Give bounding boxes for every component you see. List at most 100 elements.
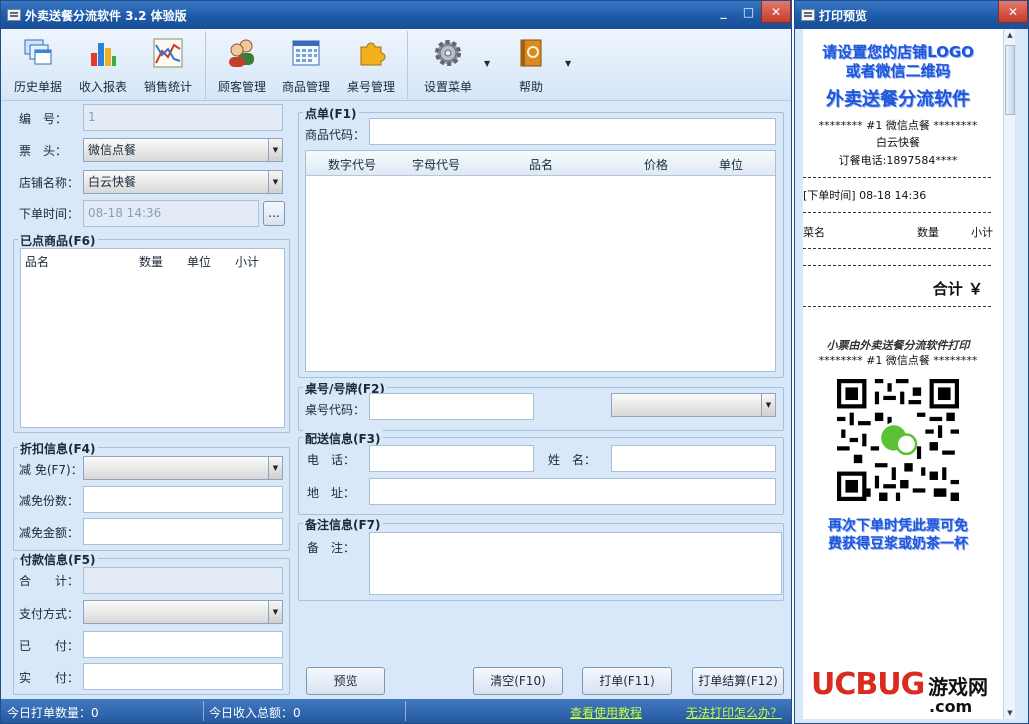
toolbar-products-label: 商品管理 <box>281 80 330 94</box>
col-number-code[interactable]: 数字代号 <box>328 156 376 173</box>
phone-input[interactable] <box>369 445 534 472</box>
preview-title: 打印预览 <box>819 8 868 23</box>
toolbar-customers-button[interactable]: 顾客管理 <box>209 35 275 97</box>
note-textarea[interactable] <box>369 532 782 595</box>
receipt-phone: 订餐电话:1897584**** <box>838 154 958 167</box>
ticket-header-label: 票 头： <box>19 144 68 158</box>
customer-name-input[interactable] <box>611 445 776 472</box>
print-preview-window: 打印预览 ✕ 请设置您的店铺LOGO 或者微信二维码 外卖送餐分流软件 ****… <box>794 0 1029 724</box>
payment-actual-input[interactable] <box>83 663 283 690</box>
toolbar-sales-stats-button[interactable]: 销售统计 <box>135 35 201 97</box>
col-letter-code[interactable]: 字母代号 <box>412 156 460 173</box>
toolbar-history-button[interactable]: 历史单据 <box>5 35 71 97</box>
order-time-field[interactable]: 08-18 14:36 <box>83 200 259 227</box>
scroll-down-icon[interactable]: ▼ <box>1004 707 1015 719</box>
table-code-input[interactable] <box>369 393 534 420</box>
order-time-picker-button[interactable]: ... <box>263 201 285 226</box>
toolbar-tables-button[interactable]: 桌号管理 <box>338 35 404 97</box>
product-code-input[interactable] <box>369 118 776 145</box>
scroll-up-icon[interactable]: ▲ <box>1004 29 1015 41</box>
users-icon <box>229 39 254 67</box>
receipt-preview: 请设置您的店铺LOGO 或者微信二维码 外卖送餐分流软件 ******** #1… <box>803 29 1015 719</box>
order-entry-title: 点单(F1) <box>303 105 359 122</box>
discount-count-input[interactable] <box>83 486 283 513</box>
store-name-select[interactable]: 白云快餐 ▼ <box>83 170 283 194</box>
discount-amount-input[interactable] <box>83 518 283 545</box>
payment-actual-label: 实 付： <box>19 671 80 685</box>
col-subtotal[interactable]: 小计 <box>235 253 259 270</box>
close-button[interactable]: ✕ <box>761 1 791 23</box>
line-chart-icon <box>153 38 183 68</box>
chevron-down-icon[interactable]: ▼ <box>268 457 282 479</box>
preview-button[interactable]: 预览 <box>306 667 385 695</box>
discount-title: 折扣信息(F4) <box>18 440 98 457</box>
help-dropdown-arrow[interactable]: ▼ <box>565 59 571 68</box>
table-number-select[interactable]: ▼ <box>611 393 776 417</box>
discount-count-label: 减免份数： <box>19 494 80 508</box>
receipt-col-subtotal: 小计 <box>971 226 993 239</box>
col-quantity[interactable]: 数量 <box>139 253 163 270</box>
toolbar-settings-button[interactable]: 设置菜单 <box>415 35 481 97</box>
window-title: 外卖送餐分流软件 3.2 体验版 <box>25 8 187 23</box>
ordered-items-list[interactable]: 品名 数量 单位 小计 <box>20 248 285 428</box>
col-unit[interactable]: 单位 <box>187 253 211 270</box>
print-settle-button[interactable]: 打单结算(F12) <box>692 667 784 695</box>
chevron-down-icon[interactable]: ▼ <box>268 601 282 623</box>
preview-close-button[interactable]: ✕ <box>998 1 1028 23</box>
clear-button[interactable]: 清空(F10) <box>473 667 563 695</box>
payment-paid-label: 已 付： <box>19 639 80 653</box>
toolbar-income-label: 收入报表 <box>78 80 127 94</box>
product-list[interactable]: 数字代号 字母代号 品名 价格 单位 <box>305 150 776 372</box>
payment-method-label: 支付方式： <box>19 607 80 621</box>
bar-chart-icon <box>91 43 116 66</box>
receipt-divider <box>803 265 991 266</box>
receipt-promo-line2: 费获得豆浆或奶茶一杯 <box>828 536 968 552</box>
order-number-field[interactable]: 1 <box>83 104 283 131</box>
watermark-brand: UCBUG <box>811 667 925 702</box>
payment-method-select[interactable]: ▼ <box>83 600 283 624</box>
discount-reduce-select[interactable]: ▼ <box>83 456 283 480</box>
col-product-name[interactable]: 品名 <box>529 156 553 173</box>
watermark-cn: 游戏网 <box>928 675 989 699</box>
toolbar-help-button[interactable]: 帮助 <box>498 35 564 97</box>
receipt-scrollbar[interactable]: ▲ ▼ <box>1003 29 1015 719</box>
payment-paid-input[interactable] <box>83 631 283 658</box>
status-separator <box>405 701 406 721</box>
status-bar: 今日打单数量：0 今日收入总额：0 查看使用教程 无法打印怎么办？ <box>1 699 791 723</box>
main-window: 外卖送餐分流软件 3.2 体验版 _ □ ✕ 历史单据 收入报表 销售统计 顾客… <box>0 0 792 724</box>
maximize-button[interactable]: □ <box>736 1 761 23</box>
minimize-button[interactable]: _ <box>711 1 736 23</box>
col-price[interactable]: 价格 <box>644 156 668 173</box>
help-tutorial-link[interactable]: 查看使用教程 <box>570 704 642 721</box>
discount-amount-label: 减免金额： <box>19 526 80 540</box>
toolbar-sales-label: 销售统计 <box>143 80 192 94</box>
app-icon <box>801 9 815 21</box>
receipt-divider <box>803 306 991 307</box>
ordered-items-title: 已点商品(F6) <box>18 232 98 249</box>
chevron-down-icon[interactable]: ▼ <box>761 394 775 416</box>
toolbar-settings-label: 设置菜单 <box>423 80 472 94</box>
address-input[interactable] <box>369 478 776 505</box>
puzzle-icon <box>360 42 386 66</box>
preview-titlebar[interactable]: 打印预览 ✕ <box>795 1 1028 29</box>
toolbar-income-report-button[interactable]: 收入报表 <box>70 35 136 97</box>
history-docs-icon <box>24 39 52 65</box>
receipt-divider <box>803 177 991 178</box>
order-time-label: 下单时间： <box>19 207 80 221</box>
toolbar-separator <box>205 31 206 99</box>
settings-dropdown-arrow[interactable]: ▼ <box>484 59 490 68</box>
receipt-app-name: 外卖送餐分流软件 <box>826 89 970 110</box>
col-dish-name[interactable]: 品名 <box>25 253 49 270</box>
chevron-down-icon[interactable]: ▼ <box>268 171 282 193</box>
receipt-col-qty: 数量 <box>917 226 939 239</box>
print-button[interactable]: 打单(F11) <box>582 667 672 695</box>
chevron-down-icon[interactable]: ▼ <box>268 139 282 161</box>
store-name-value: 白云快餐 <box>88 175 137 189</box>
toolbar-products-button[interactable]: 商品管理 <box>273 35 339 97</box>
ticket-header-select[interactable]: 微信点餐 ▼ <box>83 138 283 162</box>
main-titlebar[interactable]: 外卖送餐分流软件 3.2 体验版 _ □ ✕ <box>1 1 791 29</box>
print-help-link[interactable]: 无法打印怎么办？ <box>686 704 782 721</box>
payment-total-field[interactable] <box>83 567 283 594</box>
scroll-thumb[interactable] <box>1005 45 1015 115</box>
col-unit[interactable]: 单位 <box>719 156 743 173</box>
